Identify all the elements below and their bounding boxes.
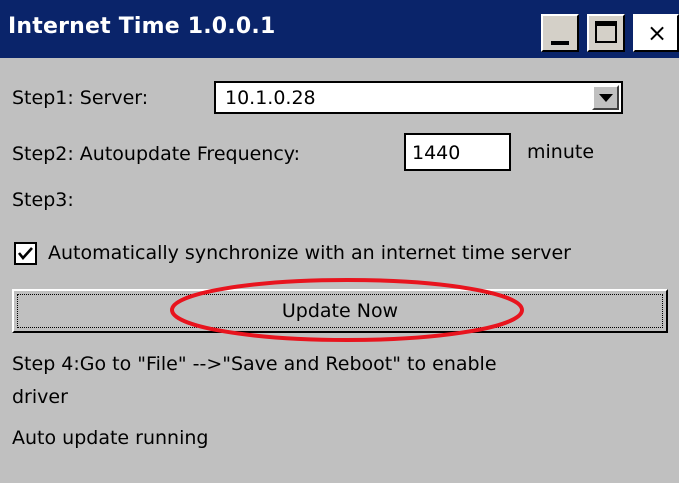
update-now-button[interactable]: Update Now xyxy=(12,289,668,333)
maximize-icon xyxy=(595,21,617,43)
close-button[interactable]: × xyxy=(633,14,679,52)
internet-time-window: Internet Time 1.0.0.1 × Step1: Server: 1… xyxy=(0,0,679,483)
chevron-down-icon xyxy=(599,94,613,102)
step2-frequency-label: Step2: Autoupdate Frequency: xyxy=(12,143,301,165)
server-combobox[interactable]: 10.1.0.28 xyxy=(214,81,623,114)
step3-label: Step3: xyxy=(12,189,74,211)
minimize-icon xyxy=(551,41,569,45)
window-title: Internet Time 1.0.0.1 xyxy=(8,14,276,39)
status-text: Auto update running xyxy=(12,427,209,449)
auto-sync-checkbox[interactable] xyxy=(14,242,37,265)
step4-instruction-line2: driver xyxy=(12,386,68,408)
step4-instruction-line1: Step 4:Go to "File" -->"Save and Reboot"… xyxy=(12,353,497,375)
server-value: 10.1.0.28 xyxy=(225,87,316,109)
close-icon: × xyxy=(647,19,668,47)
title-bar[interactable]: Internet Time 1.0.0.1 × xyxy=(0,0,679,58)
frequency-value: 1440 xyxy=(412,142,461,164)
step1-server-label: Step1: Server: xyxy=(12,87,149,109)
minimize-button[interactable] xyxy=(541,14,579,52)
update-now-label: Update Now xyxy=(281,300,399,322)
checkmark-icon xyxy=(17,247,33,261)
server-dropdown-button[interactable] xyxy=(592,85,619,110)
auto-sync-checkbox-label[interactable]: Automatically synchronize with an intern… xyxy=(48,241,571,265)
frequency-unit-label: minute xyxy=(527,141,595,163)
frequency-input[interactable]: 1440 xyxy=(404,133,511,171)
maximize-button[interactable] xyxy=(587,14,625,52)
